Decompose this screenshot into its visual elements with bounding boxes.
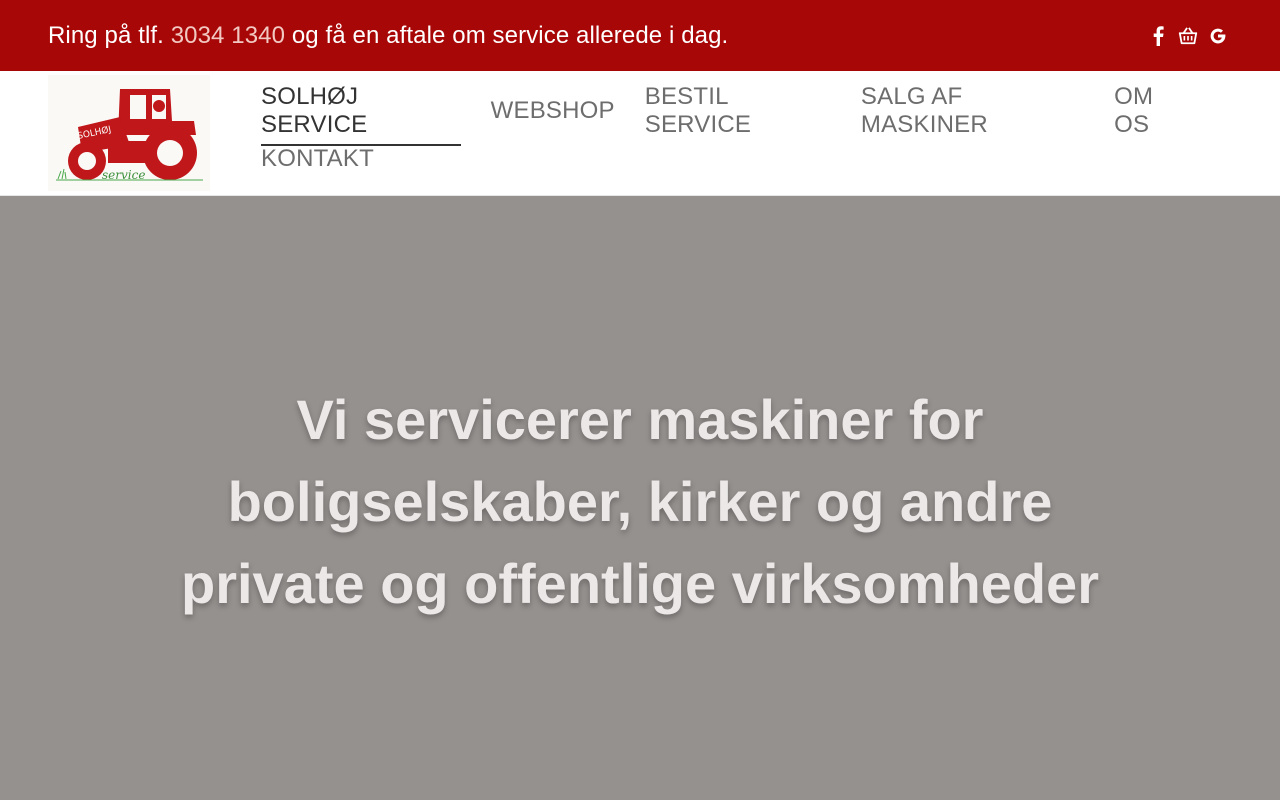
solhoj-tractor-logo[interactable]: SOLHØJ service	[48, 75, 210, 191]
nav-item-webshop[interactable]: WEBSHOP	[491, 97, 615, 125]
nav-item-salg-af-maskiner[interactable]: SALG AF MASKINER	[861, 83, 1084, 139]
call-text-prefix: Ring på tlf.	[48, 21, 164, 49]
social-links	[1148, 25, 1228, 47]
hero-banner: Vi servicerer maskiner for boligselskabe…	[0, 196, 1280, 800]
nav-item-bestil-service[interactable]: BESTIL SERVICE	[645, 83, 831, 139]
hero-title: Vi servicerer maskiner for boligselskabe…	[181, 388, 1099, 615]
phone-number-link[interactable]: 3034 1340	[171, 22, 285, 49]
call-text-suffix: og få en aftale om service allerede i da…	[291, 21, 729, 49]
nav-item-kontakt[interactable]: KONTAKT	[261, 145, 374, 173]
google-icon[interactable]	[1208, 25, 1228, 47]
top-bar: Ring på tlf. 3034 1340 og få en aftale o…	[0, 0, 1280, 71]
facebook-icon[interactable]	[1148, 25, 1168, 47]
nav-item-solhoj-service[interactable]: SOLHØJ SERVICE	[261, 83, 461, 146]
shop-basket-icon[interactable]	[1178, 25, 1198, 47]
nav-item-om-os[interactable]: OM OS	[1114, 83, 1191, 139]
main-navigation: SOLHØJ SERVICE WEBSHOP BESTIL SERVICE SA…	[261, 83, 1221, 183]
call-to-action-text: Ring på tlf. 3034 1340 og få en aftale o…	[48, 22, 728, 50]
site-header: SOLHØJ service SOLHØJ SERVICE WEBSHOP BE…	[0, 71, 1280, 196]
